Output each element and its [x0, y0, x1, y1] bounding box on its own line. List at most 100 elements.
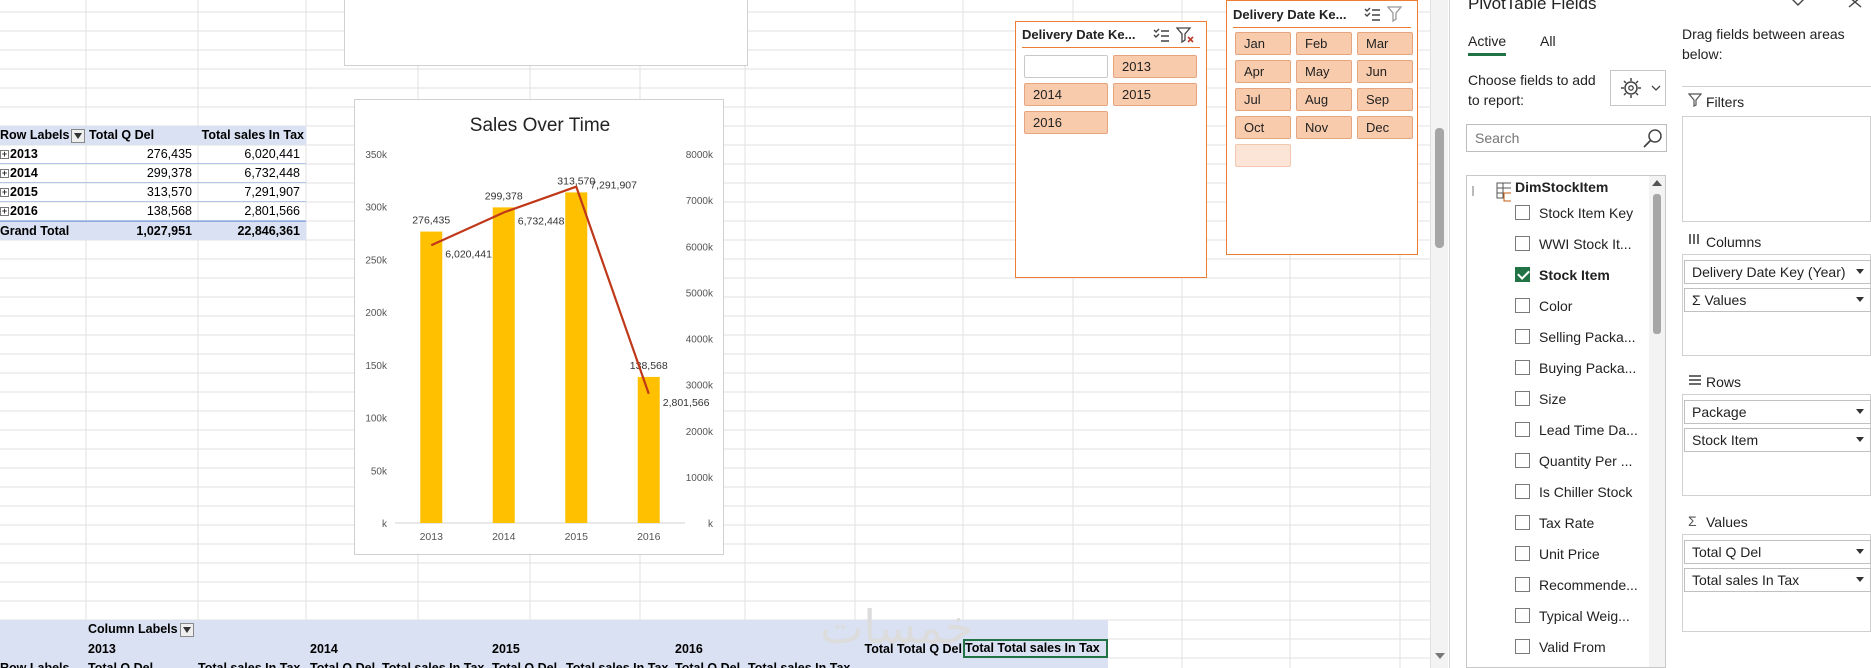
chevron-down-icon[interactable] [1856, 577, 1864, 582]
field-checkbox[interactable] [1515, 453, 1530, 468]
field-item[interactable]: Typical Weig... [1467, 603, 1647, 629]
close-pane-icon[interactable] [1848, 0, 1862, 8]
expand-icon[interactable]: + [0, 169, 9, 179]
values-item-total-sales[interactable]: Total sales In Tax [1684, 568, 1871, 592]
grand-total-sales[interactable]: 22,846,361 [198, 221, 306, 240]
pivot2-year-2013[interactable]: 2013 [88, 640, 148, 659]
slicer-month-item[interactable]: Aug [1296, 88, 1352, 111]
field-item[interactable]: Valid From [1467, 634, 1647, 660]
slicer-month-item[interactable]: May [1296, 60, 1352, 83]
row-labels-filter-icon[interactable] [71, 128, 86, 143]
field-item[interactable]: Stock Item Key [1467, 200, 1647, 226]
pivot2-subheader[interactable]: Total sales In Tax [566, 659, 675, 668]
slicer-year-item[interactable]: 2013 [1113, 55, 1197, 78]
slicer-year-item[interactable]: 2014 [1024, 83, 1108, 106]
pivot-row-sales[interactable]: 7,291,907 [198, 183, 306, 202]
pivot2-subheader[interactable]: Total Q Del [88, 659, 198, 668]
multi-select-icon[interactable] [1363, 5, 1381, 23]
clear-filter-icon[interactable] [1386, 5, 1405, 23]
field-checkbox[interactable] [1515, 236, 1530, 251]
grand-total-qty[interactable]: 1,027,951 [86, 221, 198, 240]
slicer-month-item[interactable]: Feb [1296, 32, 1352, 55]
pivot-row-qty[interactable]: 276,435 [86, 145, 198, 164]
slicer-year-item[interactable]: 2015 [1113, 83, 1197, 106]
rows-item-stock-item[interactable]: Stock Item [1684, 428, 1871, 452]
empty-chart-shape[interactable] [344, 0, 748, 66]
chevron-down-icon[interactable] [1856, 409, 1864, 414]
spreadsheet-grid[interactable]: Row Labels Total Q Del Total sales In Ta… [0, 0, 1430, 668]
pivot2-subheader[interactable]: Total sales In Tax [198, 659, 310, 668]
field-checkbox[interactable] [1515, 515, 1530, 530]
field-settings-button[interactable] [1610, 70, 1666, 106]
pivot-row-qty[interactable]: 138,568 [86, 202, 198, 221]
chevron-down-icon[interactable] [1856, 437, 1864, 442]
pane-options-chevron-icon[interactable] [1790, 0, 1806, 8]
expand-icon[interactable]: + [0, 188, 9, 198]
field-checkbox[interactable] [1515, 360, 1530, 375]
field-checkbox[interactable] [1515, 422, 1530, 437]
field-item[interactable]: Lead Time Da... [1467, 417, 1647, 443]
pivot-row-label[interactable]: +2014 [0, 164, 86, 183]
rows-item-package[interactable]: Package [1684, 400, 1871, 424]
pivot2-year-2016[interactable]: 2016 [675, 640, 735, 659]
field-item[interactable]: Recommende... [1467, 572, 1647, 598]
pivot2-total-sales[interactable]: Total Total sales In Tax [963, 639, 1108, 658]
field-list-scroll-thumb[interactable] [1653, 194, 1661, 334]
field-item[interactable]: Color [1467, 293, 1647, 319]
pivot-header-row-labels[interactable]: Row Labels [0, 126, 86, 145]
tab-active[interactable]: Active [1468, 33, 1507, 56]
field-item[interactable]: Unit Price [1467, 541, 1647, 567]
field-checkbox[interactable] [1515, 298, 1530, 313]
grand-total-label[interactable]: Grand Total [0, 221, 86, 240]
scroll-down-icon[interactable] [1435, 652, 1445, 660]
pivot2-year-2015[interactable]: 2015 [492, 640, 552, 659]
chevron-down-icon[interactable] [1856, 297, 1864, 302]
pivot-row-sales[interactable]: 2,801,566 [198, 202, 306, 221]
slicer-month-item[interactable]: Mar [1357, 32, 1413, 55]
pivot-row-qty[interactable]: 299,378 [86, 164, 198, 183]
multi-select-icon[interactable] [1152, 26, 1170, 44]
filters-drop-zone[interactable] [1682, 116, 1871, 222]
values-item-total-q-del[interactable]: Total Q Del [1684, 540, 1871, 564]
field-item[interactable]: Tax Rate [1467, 510, 1647, 536]
column-labels-filter-icon[interactable] [179, 622, 194, 637]
pivot-row-label[interactable]: +2015 [0, 183, 86, 202]
field-list-scrollbar[interactable] [1649, 176, 1665, 667]
field-item[interactable]: WWI Stock It... [1467, 231, 1647, 257]
field-checkbox[interactable] [1515, 577, 1530, 592]
pivot2-subheader[interactable]: Total sales In Tax [748, 659, 860, 668]
field-checkbox[interactable] [1515, 639, 1530, 654]
pivot2-year-2014[interactable]: 2014 [310, 640, 370, 659]
field-checkbox[interactable] [1515, 484, 1530, 499]
slicer-month-item[interactable]: Nov [1296, 116, 1352, 139]
slicer-delivery-month[interactable]: Delivery Date Ke... Jan Feb Mar Apr May Jun Ju… [1226, 0, 1418, 255]
pivot-row-sales[interactable]: 6,020,441 [198, 145, 306, 164]
field-item[interactable]: Is Chiller Stock [1467, 479, 1647, 505]
pivot-row-label[interactable]: +2016 [0, 202, 86, 221]
pivot2-subheader[interactable]: Total Q Del [675, 659, 748, 668]
chevron-down-icon[interactable] [1856, 549, 1864, 554]
slicer-month-item[interactable]: Oct [1235, 116, 1291, 139]
pivot2-subheader[interactable]: Total sales In Tax [382, 659, 492, 668]
slicer-month-item[interactable]: Jun [1357, 60, 1413, 83]
pivot-header-sales[interactable]: Total sales In Tax [198, 126, 306, 145]
search-icon[interactable] [1642, 128, 1664, 150]
field-checkbox[interactable] [1515, 205, 1530, 220]
slicer-year-item[interactable]: 2016 [1024, 111, 1108, 134]
field-list[interactable]: DimStockItem Stock Item Key WWI Stock It.… [1466, 175, 1666, 668]
pivot-row-sales[interactable]: 6,732,448 [198, 164, 306, 183]
tab-all[interactable]: All [1540, 33, 1556, 49]
field-checkbox[interactable] [1515, 546, 1530, 561]
field-checkbox[interactable] [1515, 267, 1530, 282]
pivot2-subheader[interactable]: Row Labels [0, 659, 88, 668]
expand-icon[interactable]: + [0, 207, 9, 217]
slicer-month-item[interactable] [1235, 144, 1291, 167]
field-checkbox[interactable] [1515, 391, 1530, 406]
field-item[interactable]: Stock Item [1467, 262, 1647, 288]
pivot-row-label[interactable]: +2013 [0, 145, 86, 164]
pivot2-subheader[interactable]: Total Q Del [310, 659, 382, 668]
slicer-month-item[interactable]: Sep [1357, 88, 1413, 111]
sheet-vertical-scrollbar[interactable] [1430, 0, 1448, 668]
table-name-dimstockitem[interactable]: DimStockItem [1515, 179, 1608, 195]
pivot-row-qty[interactable]: 313,570 [86, 183, 198, 202]
